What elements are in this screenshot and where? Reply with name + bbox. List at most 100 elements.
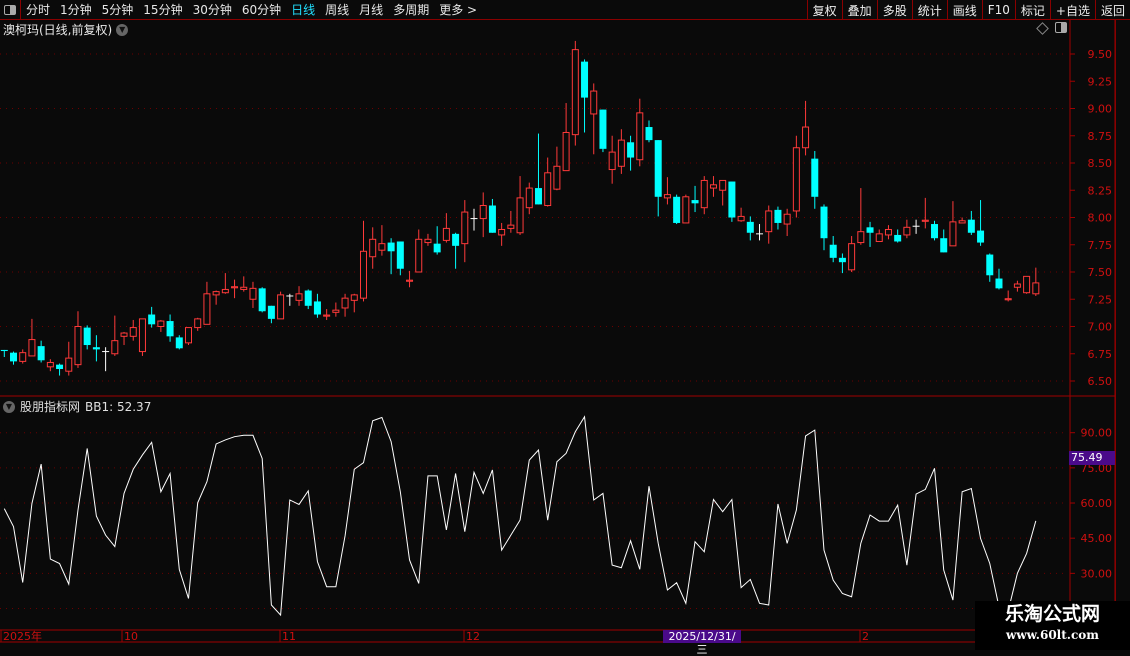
candle <box>664 177 670 204</box>
cursor-value-label: 75.49 <box>1069 451 1115 465</box>
side-panel-strip[interactable] <box>1115 20 1130 650</box>
candle <box>305 289 312 309</box>
candle-body <box>360 251 366 298</box>
candle <box>1014 281 1020 292</box>
candle <box>176 335 183 349</box>
candle <box>20 349 26 363</box>
candle-body <box>756 233 763 234</box>
candle-body <box>388 243 395 252</box>
candle-body <box>820 207 827 239</box>
candle-body <box>986 255 993 276</box>
candle-body <box>370 239 376 256</box>
date-label: 2 <box>862 630 869 643</box>
candle <box>885 225 891 239</box>
candle-body <box>250 288 256 299</box>
candle <box>204 282 210 325</box>
candle <box>820 204 827 250</box>
candle <box>830 236 837 262</box>
candle <box>545 158 551 207</box>
candle <box>499 223 505 246</box>
candle-body <box>922 220 928 221</box>
candle <box>581 59 588 132</box>
candle-body <box>940 238 947 252</box>
date-label: 12 <box>466 630 480 643</box>
candle <box>950 201 956 246</box>
candle <box>121 332 127 345</box>
candle <box>563 103 569 171</box>
candle-body <box>599 110 606 149</box>
candle <box>416 229 422 272</box>
candle <box>38 341 45 363</box>
chart-canvas[interactable]: 9.509.259.008.758.508.258.007.757.507.25… <box>0 0 1130 650</box>
candle <box>379 225 385 256</box>
candle <box>186 328 192 345</box>
candle-body <box>204 294 210 325</box>
candle <box>397 241 404 275</box>
candle <box>139 319 145 356</box>
candle <box>1 350 8 357</box>
candle-body <box>646 127 653 140</box>
candle-body <box>876 234 882 242</box>
candle <box>360 221 366 302</box>
candle-body <box>683 197 689 223</box>
candle <box>241 276 247 291</box>
candle-body <box>618 140 624 166</box>
candle-body <box>278 295 284 319</box>
candle <box>609 136 615 184</box>
candle <box>342 294 348 317</box>
candle <box>673 195 680 224</box>
candle-body <box>241 287 247 289</box>
candle-body <box>747 222 754 233</box>
indicator-tick-label: 90.00 <box>1081 427 1113 440</box>
candle <box>637 99 643 167</box>
price-tick-label: 7.00 <box>1088 321 1113 334</box>
candle <box>867 222 874 247</box>
candle-body <box>517 198 523 233</box>
candle-body <box>407 280 413 281</box>
candle <box>296 286 302 306</box>
candle <box>480 192 486 237</box>
candle <box>876 229 882 241</box>
candle <box>517 176 523 235</box>
candle-body <box>581 62 588 98</box>
candle-body <box>793 148 799 211</box>
candle-body <box>499 229 505 234</box>
candle-body <box>314 301 321 314</box>
candle-body <box>526 188 532 208</box>
candle-body <box>167 321 174 336</box>
candle-body <box>508 225 514 228</box>
candle-body <box>959 221 965 223</box>
candle-body <box>222 289 228 292</box>
candle-body <box>1 350 8 351</box>
candle <box>692 186 699 212</box>
candle-body <box>563 132 569 170</box>
candle-body <box>591 91 597 114</box>
candle-body <box>554 166 560 189</box>
price-tick-label: 8.00 <box>1088 212 1113 225</box>
candle <box>839 253 846 273</box>
candle <box>232 280 238 299</box>
candle-body <box>811 159 818 197</box>
candle-body <box>148 315 155 325</box>
candle <box>572 41 578 146</box>
candle-body <box>545 173 551 206</box>
candle-body <box>710 185 716 188</box>
candle-body <box>416 239 422 272</box>
candle <box>1024 276 1030 293</box>
candle <box>425 234 431 246</box>
candle <box>222 273 228 294</box>
candle-body <box>425 239 431 242</box>
candle <box>591 83 597 154</box>
candle-body <box>379 244 385 251</box>
candle <box>29 319 35 356</box>
candle-body <box>324 315 330 316</box>
candle <box>738 208 744 222</box>
candle <box>471 209 478 231</box>
candle-body <box>950 222 956 246</box>
candle <box>66 342 72 376</box>
candle-body <box>342 298 348 308</box>
candle <box>599 110 606 153</box>
candle-body <box>489 206 496 233</box>
candle <box>618 129 624 174</box>
candle-body <box>462 212 468 244</box>
